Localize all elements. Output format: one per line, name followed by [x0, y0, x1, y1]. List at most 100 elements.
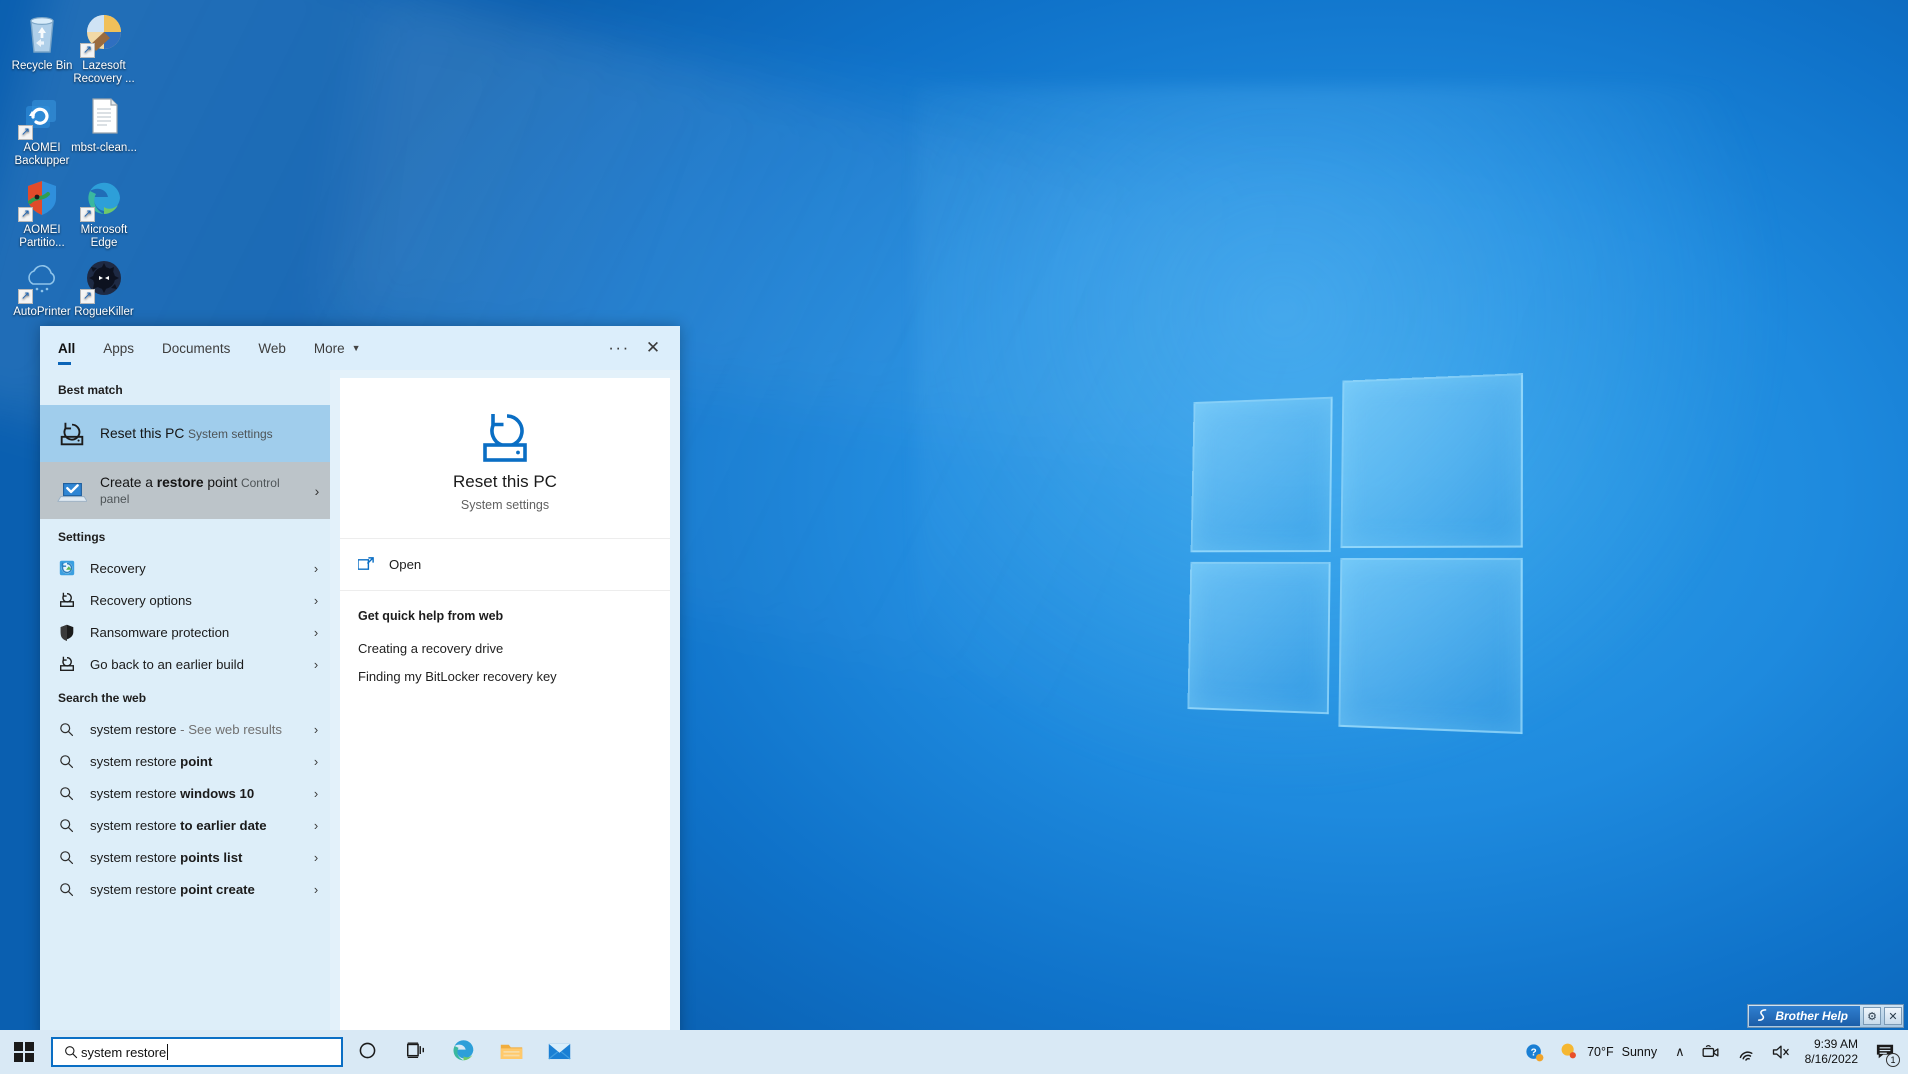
web-suggestion-row[interactable]: system restore point ›	[40, 745, 330, 777]
search-icon	[58, 815, 80, 835]
close-icon[interactable]: ✕	[1884, 1007, 1902, 1025]
clock[interactable]: 9:39 AM 8/16/2022	[1799, 1037, 1868, 1067]
mail-icon	[547, 1040, 572, 1065]
result-label: Recovery options	[90, 593, 306, 608]
web-suggestion-row[interactable]: system restore point create ›	[40, 873, 330, 905]
network-wifi-icon[interactable]	[1728, 1030, 1763, 1074]
chevron-right-icon: ›	[306, 561, 326, 576]
clock-date: 8/16/2022	[1805, 1052, 1858, 1067]
tab-web[interactable]: Web	[244, 326, 300, 370]
desktop-icon-microsoft-edge[interactable]: ↗ Microsoft Edge	[66, 176, 142, 250]
result-go-back-to-an-earlier-build[interactable]: Go back to an earlier build ›	[40, 648, 330, 680]
chevron-right-icon: ›	[306, 722, 326, 737]
create-restore-point-icon	[56, 475, 88, 507]
result-subtitle: System settings	[188, 427, 273, 441]
open-external-icon	[358, 556, 376, 574]
file-explorer-icon	[499, 1040, 524, 1065]
aomei-partition-assistant-icon: ↗	[20, 176, 64, 220]
tab-more-label: More	[314, 341, 345, 356]
help-link-creating-a-recovery-drive[interactable]: Creating a recovery drive	[358, 635, 670, 663]
recovery-icon	[58, 558, 80, 578]
preview-subtitle: System settings	[340, 498, 670, 512]
brother-help-label: Brother Help	[1775, 1009, 1848, 1023]
text-caret	[167, 1044, 168, 1060]
system-tray: ? 70°F Sunny ∧ 9:39 AM 8/16/2022 1	[1517, 1030, 1908, 1074]
reset-this-pc-icon	[56, 418, 88, 450]
web-suggestion-row[interactable]: system restore windows 10 ›	[40, 777, 330, 809]
chevron-right-icon: ›	[306, 483, 328, 499]
search-icon	[58, 879, 80, 899]
search-flyout-panel: All Apps Documents Web More ▼ ··· ✕ Best…	[40, 326, 680, 1040]
weather-temperature: 70°F	[1587, 1045, 1614, 1059]
chevron-right-icon: ›	[306, 882, 326, 897]
close-icon[interactable]: ✕	[636, 331, 670, 365]
result-label: Ransomware protection	[90, 625, 306, 640]
brother-help-title-bar[interactable]: Brother Help	[1749, 1006, 1860, 1026]
volume-muted-icon[interactable]	[1763, 1030, 1799, 1074]
action-center-button[interactable]: 1	[1868, 1030, 1902, 1074]
sunny-icon	[1558, 1041, 1579, 1063]
microsoft-edge-icon	[451, 1038, 476, 1066]
shortcut-arrow-icon: ↗	[80, 289, 95, 304]
search-the-web-header: Search the web	[40, 680, 330, 713]
result-reset-this-pc[interactable]: Reset this PC System settings	[40, 405, 330, 462]
web-suggestion-row[interactable]: system restore points list ›	[40, 841, 330, 873]
search-input[interactable]: system restore	[51, 1037, 343, 1067]
result-create-a-restore-point[interactable]: Create a restore point Control panel ›	[40, 462, 330, 519]
recovery-options-icon	[58, 590, 80, 610]
autoprinter-icon: ↗	[20, 258, 64, 302]
desktop-icon-label: Lazesoft Recovery ...	[66, 60, 142, 86]
show-hidden-icons-button[interactable]: ∧	[1667, 1030, 1693, 1074]
result-text-block: Create a restore point Control panel	[100, 474, 306, 507]
shortcut-arrow-icon: ↗	[80, 207, 95, 222]
recycle-bin-icon	[20, 12, 64, 56]
web-suggestion-label: system restore point	[90, 754, 306, 769]
aomei-backupper-icon: ↗	[20, 94, 64, 138]
gear-icon[interactable]: ⚙	[1863, 1007, 1881, 1025]
result-recovery[interactable]: Recovery ›	[40, 552, 330, 584]
search-icon	[58, 751, 80, 771]
web-suggestion-row[interactable]: system restore to earlier date ›	[40, 809, 330, 841]
file-explorer-taskbar-button[interactable]	[487, 1030, 535, 1074]
desktop-icon-roguekiller[interactable]: ↗ RogueKiller	[66, 258, 142, 319]
lazesoft-recovery-icon: ↗	[82, 12, 126, 56]
result-ransomware-protection[interactable]: Ransomware protection ›	[40, 616, 330, 648]
roguekiller-icon: ↗	[82, 258, 126, 302]
cortana-button[interactable]	[343, 1030, 391, 1074]
weather-widget[interactable]: 70°F Sunny	[1552, 1041, 1667, 1063]
desktop-icon-mbst-clean[interactable]: mbst-clean...	[66, 94, 142, 155]
search-input-value: system restore	[81, 1045, 166, 1060]
help-link-finding-my-bitlocker-recovery-key[interactable]: Finding my BitLocker recovery key	[358, 663, 670, 691]
microsoft-edge-taskbar-button[interactable]	[439, 1030, 487, 1074]
shield-icon	[58, 622, 80, 642]
result-recovery-options[interactable]: Recovery options ›	[40, 584, 330, 616]
preview-card: Reset this PC System settings Open Get q…	[340, 378, 670, 1030]
web-suggestion-row[interactable]: system restore - See web results ›	[40, 713, 330, 745]
open-action-button[interactable]: Open	[340, 539, 670, 591]
web-suggestion-label: system restore - See web results	[90, 722, 306, 737]
search-icon	[58, 847, 80, 867]
microsoft-edge-icon: ↗	[82, 176, 126, 220]
tab-documents-label: Documents	[162, 341, 230, 356]
notification-count: 1	[1886, 1053, 1900, 1067]
windows-logo-pane	[1187, 562, 1330, 714]
result-title: Reset this PC	[100, 426, 184, 441]
text-document-icon	[82, 94, 126, 138]
windows-logo-pane	[1341, 373, 1524, 548]
result-label: Recovery	[90, 561, 306, 576]
tab-apps[interactable]: Apps	[89, 326, 148, 370]
more-options-button[interactable]: ···	[602, 331, 636, 365]
chevron-right-icon: ›	[306, 625, 326, 640]
tab-documents[interactable]: Documents	[148, 326, 244, 370]
brother-help-widget: Brother Help ⚙ ✕	[1747, 1004, 1904, 1028]
mail-taskbar-button[interactable]	[535, 1030, 583, 1074]
windows-start-icon[interactable]	[0, 1030, 48, 1074]
help-question-icon[interactable]: ?	[1517, 1030, 1552, 1074]
tab-all-label: All	[58, 341, 75, 356]
tab-more[interactable]: More ▼	[300, 326, 375, 370]
chevron-right-icon: ›	[306, 657, 326, 672]
task-view-button[interactable]	[391, 1030, 439, 1074]
desktop-icon-lazesoft-recovery[interactable]: ↗ Lazesoft Recovery ...	[66, 12, 142, 86]
tab-all[interactable]: All	[58, 326, 89, 370]
meeting-now-icon[interactable]	[1693, 1030, 1728, 1074]
